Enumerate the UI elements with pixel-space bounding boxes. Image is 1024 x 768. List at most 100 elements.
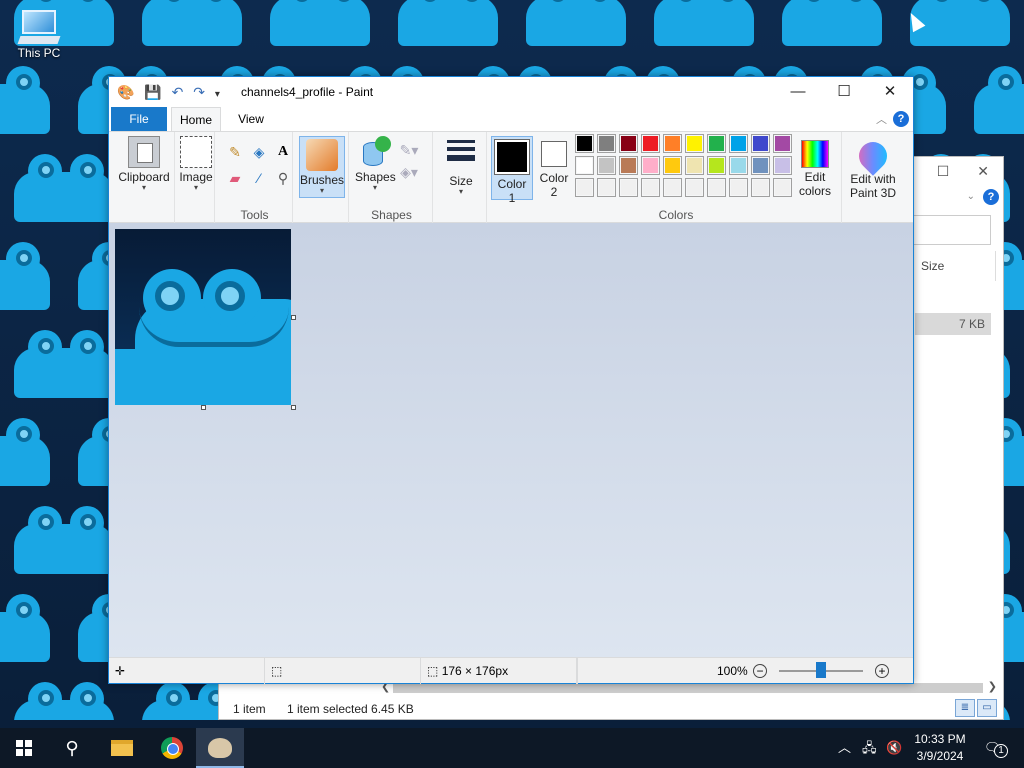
tab-home[interactable]: Home — [171, 107, 221, 131]
tab-file[interactable]: File — [111, 107, 167, 131]
resize-handle-right[interactable] — [291, 315, 296, 320]
zoom-slider-thumb[interactable] — [816, 662, 826, 678]
edit-colors-button[interactable]: Edit colors — [795, 136, 835, 198]
palette-swatch[interactable] — [685, 156, 704, 175]
details-view-icon[interactable]: ≣ — [955, 699, 975, 717]
clipboard-button[interactable]: Clipboard ▾ — [117, 136, 171, 192]
palette-swatch[interactable] — [641, 156, 660, 175]
scroll-right-icon[interactable]: ❯ — [988, 680, 997, 693]
maximize-button[interactable]: ☐ — [821, 77, 867, 107]
palette-swatch[interactable] — [575, 156, 594, 175]
wallpaper-tile — [256, 0, 384, 48]
customize-quick-access-icon[interactable]: ▾ — [215, 89, 220, 100]
palette-swatch[interactable] — [707, 156, 726, 175]
zoom-out-button[interactable]: − — [753, 664, 767, 678]
palette-swatch[interactable] — [597, 178, 616, 197]
show-hidden-icons-icon[interactable]: ︿ — [838, 728, 851, 768]
desktop-icon-this-pc[interactable]: This PC — [14, 8, 64, 60]
eraser-icon[interactable]: ▰ — [225, 168, 245, 188]
palette-swatch[interactable] — [575, 134, 594, 153]
wallpaper-tile — [0, 48, 64, 136]
brush-icon — [306, 139, 338, 171]
palette-swatch[interactable] — [597, 134, 616, 153]
shape-fill-icon[interactable]: ◈▾ — [399, 162, 419, 182]
canvas-area[interactable] — [109, 223, 913, 657]
shapes-button[interactable]: Shapes ▾ — [355, 136, 396, 192]
help-icon[interactable]: ? — [893, 111, 909, 127]
fill-icon[interactable]: ◈ — [249, 142, 269, 162]
volume-muted-icon[interactable]: 🔇 — [886, 728, 902, 768]
maximize-icon[interactable]: ☐ — [937, 163, 950, 179]
explorer-window-controls: ☐ ✕ — [909, 163, 989, 180]
palette-swatch[interactable] — [641, 134, 660, 153]
edit-with-paint-3d-button[interactable]: Edit with Paint 3D — [845, 136, 901, 200]
column-header-size[interactable]: Size — [921, 259, 944, 273]
brushes-button[interactable]: Brushes ▾ — [299, 136, 345, 198]
chevron-down-icon[interactable]: ⌄ — [967, 191, 975, 202]
palette-swatch[interactable] — [729, 134, 748, 153]
shapes-icon — [359, 136, 391, 168]
size-button[interactable]: Size ▾ — [441, 136, 481, 196]
text-icon[interactable]: A — [273, 142, 293, 162]
tab-view[interactable]: View — [227, 107, 275, 131]
palette-swatch[interactable] — [685, 134, 704, 153]
palette-swatch[interactable] — [663, 156, 682, 175]
taskbar-chrome[interactable] — [148, 728, 196, 768]
minimize-button[interactable]: — — [775, 77, 821, 107]
palette-swatch[interactable] — [773, 178, 792, 197]
image-button[interactable]: Image ▾ — [177, 136, 215, 192]
color-picker-icon[interactable]: ⁄ — [249, 168, 269, 188]
search-input[interactable] — [913, 215, 991, 245]
paint-app-icon[interactable]: 🎨 — [117, 84, 134, 100]
help-icon[interactable]: ? — [983, 189, 999, 205]
close-button[interactable]: ✕ — [867, 77, 913, 107]
palette-swatch[interactable] — [773, 156, 792, 175]
palette-swatch[interactable] — [707, 134, 726, 153]
desktop-icon-label: This PC — [17, 46, 61, 60]
redo-icon[interactable]: ↷ — [193, 84, 205, 100]
file-row-size[interactable]: 7 KB — [915, 313, 991, 335]
image-size-icon: ⬚ — [427, 664, 439, 678]
image-canvas[interactable] — [115, 229, 291, 405]
scrollbar-thumb[interactable] — [393, 683, 983, 693]
palette-swatch[interactable] — [641, 178, 660, 197]
paint-window[interactable]: 🎨 💾 ↶ ↷ ▾ channels4_profile - Paint — ☐ ✕ … — [108, 76, 914, 684]
large-icons-view-icon[interactable]: ▭ — [977, 699, 997, 717]
color-1-button[interactable]: Color 1 — [491, 136, 533, 205]
undo-icon[interactable]: ↶ — [172, 84, 184, 100]
palette-swatch[interactable] — [773, 134, 792, 153]
palette-swatch[interactable] — [729, 156, 748, 175]
palette-swatch[interactable] — [751, 134, 770, 153]
palette-swatch[interactable] — [663, 178, 682, 197]
taskbar-paint[interactable] — [196, 728, 244, 768]
title-bar[interactable]: 🎨 💾 ↶ ↷ ▾ channels4_profile - Paint — ☐ ✕ — [109, 77, 913, 107]
close-icon[interactable]: ✕ — [977, 163, 989, 179]
palette-swatch[interactable] — [663, 134, 682, 153]
save-icon[interactable]: 💾 — [144, 84, 161, 100]
clock[interactable]: 10:33 PM 3/9/2024 — [912, 731, 968, 765]
pencil-icon[interactable]: ✎ — [225, 142, 245, 162]
outline-icon[interactable]: ✎▾ — [399, 140, 419, 160]
palette-swatch[interactable] — [597, 156, 616, 175]
palette-swatch[interactable] — [707, 178, 726, 197]
minimize-ribbon-icon[interactable]: ︿ — [876, 111, 887, 127]
resize-handle-bottom[interactable] — [201, 405, 206, 410]
zoom-in-button[interactable]: + — [875, 664, 889, 678]
wallpaper-tile — [384, 0, 512, 48]
magnifier-icon[interactable]: ⚲ — [273, 168, 293, 188]
palette-swatch[interactable] — [729, 178, 748, 197]
palette-swatch[interactable] — [619, 134, 638, 153]
palette-swatch[interactable] — [685, 178, 704, 197]
palette-swatch[interactable] — [751, 178, 770, 197]
start-button[interactable] — [0, 728, 48, 768]
network-icon[interactable]: 🖧 — [862, 728, 877, 768]
color-2-button[interactable]: Color 2 — [535, 136, 573, 199]
palette-swatch[interactable] — [751, 156, 770, 175]
search-button[interactable]: ⚲ — [48, 728, 96, 768]
palette-swatch[interactable] — [619, 178, 638, 197]
palette-swatch[interactable] — [619, 156, 638, 175]
taskbar-file-explorer[interactable] — [98, 728, 146, 768]
wallpaper-tile — [0, 224, 64, 312]
palette-swatch[interactable] — [575, 178, 594, 197]
resize-handle-corner[interactable] — [291, 405, 296, 410]
